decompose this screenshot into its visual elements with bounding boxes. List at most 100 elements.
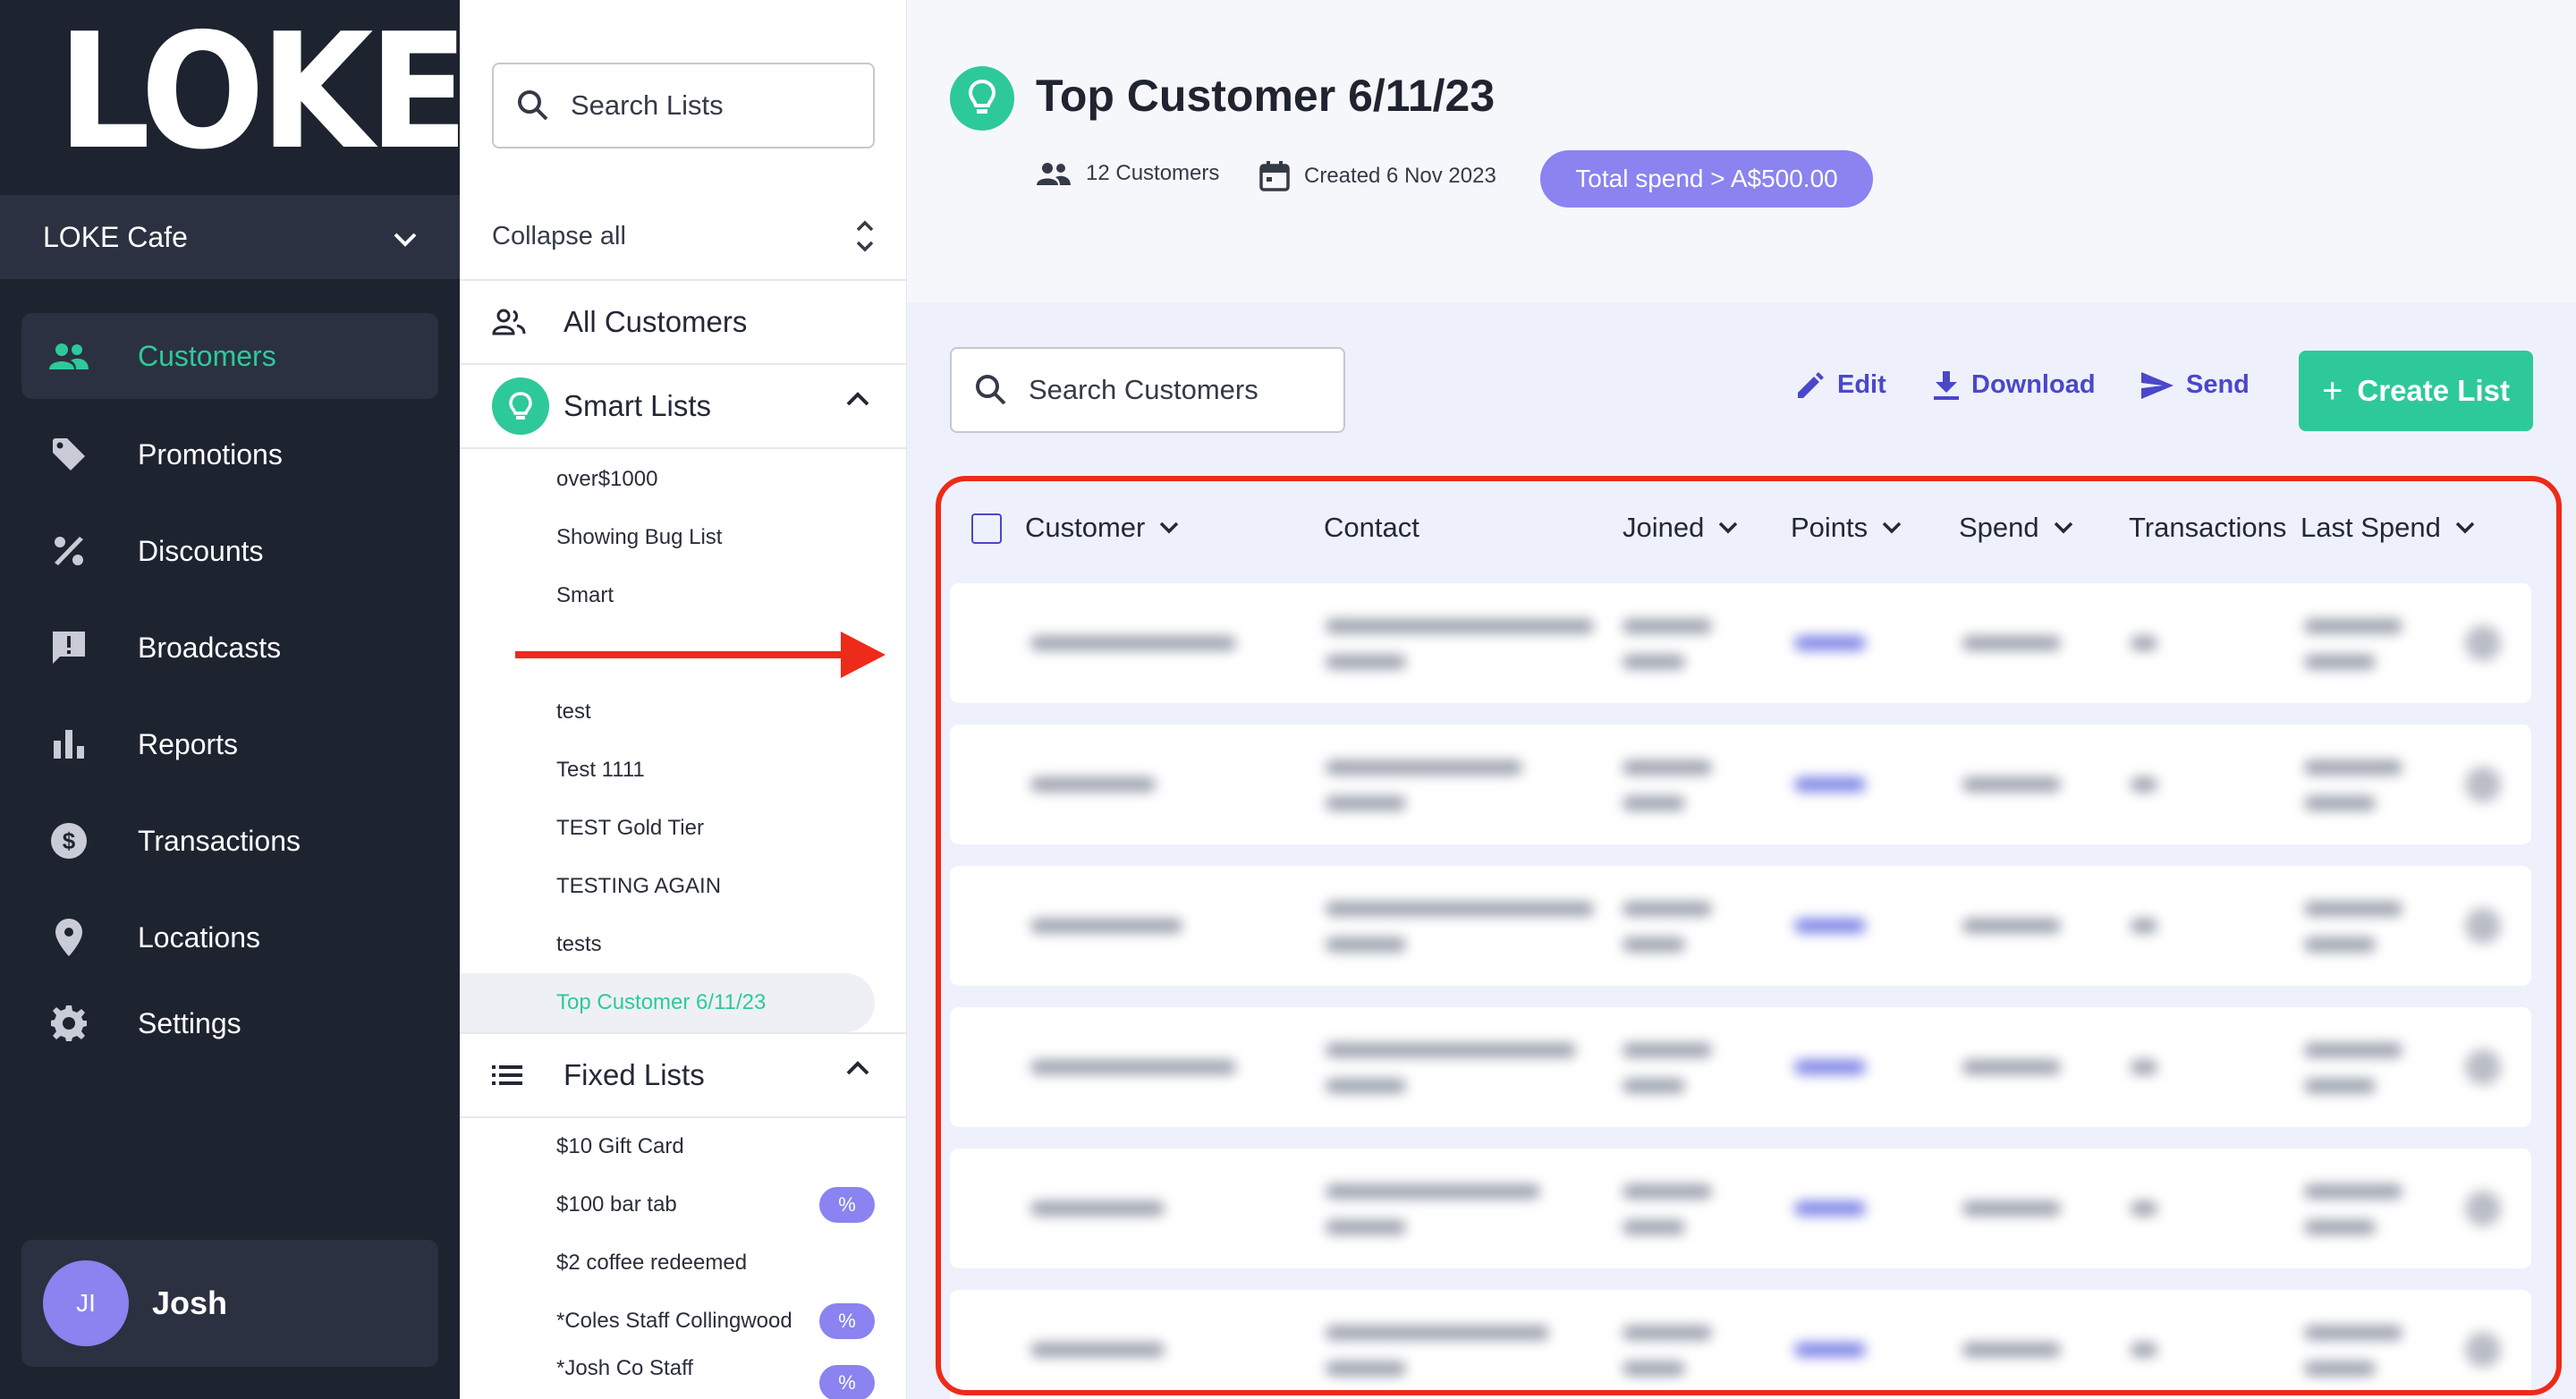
collapse-all-button[interactable]: Collapse all <box>492 208 875 265</box>
nav-item-reports[interactable]: Reports <box>21 701 438 787</box>
smart-list-item[interactable]: tests <box>556 927 602 962</box>
smart-list-item[interactable]: test <box>556 694 591 730</box>
table-row[interactable] <box>950 1149 2531 1268</box>
lightbulb-icon <box>492 376 553 437</box>
table-row[interactable] <box>950 583 2531 703</box>
column-spend[interactable]: Spend <box>1959 512 2073 544</box>
blurred-cell <box>1962 919 2061 933</box>
nav-item-promotions[interactable]: Promotions <box>21 411 438 497</box>
blurred-cell <box>2131 1060 2157 1074</box>
filter-pill[interactable]: Total spend > A$500.00 <box>1540 150 1873 208</box>
blurred-cell <box>1623 760 1712 775</box>
blurred-cell <box>2304 902 2402 916</box>
send-button[interactable]: Send <box>2141 370 2250 400</box>
blurred-cell <box>1794 636 1866 650</box>
row-action-icon[interactable] <box>2465 1332 2501 1368</box>
blurred-cell <box>1326 1079 1406 1093</box>
blurred-cell <box>2304 655 2376 669</box>
blurred-cell <box>1623 655 1685 669</box>
blurred-cell <box>1962 1060 2061 1074</box>
customer-search-placeholder: Search Customers <box>1029 374 1258 405</box>
customer-search-input[interactable]: Search Customers <box>950 347 1345 433</box>
nav-item-broadcasts[interactable]: Broadcasts <box>21 605 438 691</box>
fixed-lists-header[interactable]: Fixed Lists <box>460 1032 906 1116</box>
select-all-checkbox[interactable] <box>971 513 1002 544</box>
blurred-cell <box>1326 1043 1576 1057</box>
row-action-icon[interactable] <box>2465 1049 2501 1085</box>
blurred-cell <box>1794 1201 1866 1216</box>
search-icon <box>518 90 548 121</box>
blurred-cell <box>1326 1326 1549 1340</box>
page-title: Top Customer 6/11/23 <box>1036 71 1496 121</box>
table-row[interactable] <box>950 1290 2531 1399</box>
venue-name: LOKE Cafe <box>43 220 188 253</box>
blurred-cell <box>1962 1201 2061 1216</box>
nav-item-customers[interactable]: Customers <box>21 313 438 399</box>
smart-lists-header[interactable]: Smart Lists <box>460 363 906 447</box>
nav-item-transactions[interactable]: $ Transactions <box>21 798 438 884</box>
list-search-input[interactable]: Search Lists <box>492 63 875 148</box>
smart-list-item-active[interactable]: Top Customer 6/11/23 <box>556 985 766 1021</box>
fixed-list-item[interactable]: *Josh Co Staff <box>556 1351 693 1386</box>
table-row[interactable] <box>950 725 2531 844</box>
discount-badge: % <box>819 1187 875 1223</box>
column-customer[interactable]: Customer <box>1025 512 1179 544</box>
row-action-icon[interactable] <box>2465 767 2501 802</box>
blurred-cell <box>1030 777 1156 792</box>
fixed-list-item[interactable]: *Coles Staff Collingwood <box>556 1303 792 1339</box>
venue-selector[interactable]: LOKE Cafe <box>0 195 460 279</box>
smart-lists-label: Smart Lists <box>564 389 712 422</box>
nav-item-locations[interactable]: Locations <box>21 895 438 980</box>
blurred-cell <box>1326 619 1594 633</box>
blurred-cell <box>1623 1043 1712 1057</box>
blurred-cell <box>1326 902 1594 916</box>
loke-logo: LOKE <box>57 0 469 184</box>
blurred-cell <box>2304 1079 2376 1093</box>
chevron-down-icon <box>394 221 417 254</box>
unfold-icon <box>856 220 874 252</box>
smart-list-item[interactable]: over$1000 <box>556 462 657 497</box>
download-button[interactable]: Download <box>1934 370 2096 400</box>
smart-list-item[interactable]: Test 1111 <box>556 752 645 788</box>
blurred-cell <box>2304 1184 2402 1199</box>
create-list-button[interactable]: + Create List <box>2299 351 2533 431</box>
smart-list-item[interactable]: TEST Gold Tier <box>556 810 704 846</box>
blurred-cell <box>1962 636 2061 650</box>
blurred-cell <box>1030 1060 1236 1074</box>
list-header: Top Customer 6/11/23 12 Customers Create… <box>907 0 2576 302</box>
fixed-list-item[interactable]: $2 coffee redeemed <box>556 1245 747 1281</box>
smart-list-item[interactable]: Smart <box>556 578 614 614</box>
created-date: Created 6 Nov 2023 <box>1259 161 1496 191</box>
column-transactions[interactable]: Transactions <box>2129 512 2286 544</box>
blurred-cell <box>2131 919 2157 933</box>
blurred-cell <box>1326 655 1406 669</box>
lightbulb-icon <box>950 66 1014 131</box>
download-icon <box>1934 370 1959 400</box>
blurred-cell <box>1030 636 1236 650</box>
smart-list-item[interactable]: TESTING AGAIN <box>556 869 721 904</box>
blurred-cell <box>2304 760 2402 775</box>
collapse-all-label: Collapse all <box>492 221 626 250</box>
plus-icon: + <box>2322 370 2343 411</box>
fixed-list-item[interactable]: $100 bar tab <box>556 1187 677 1223</box>
edit-button[interactable]: Edit <box>1796 370 1886 400</box>
row-action-icon[interactable] <box>2465 1191 2501 1226</box>
table-row[interactable] <box>950 1007 2531 1127</box>
column-last-spend[interactable]: Last Spend <box>2301 512 2475 544</box>
nav-item-discounts[interactable]: Discounts <box>21 508 438 594</box>
blurred-cell <box>1326 937 1406 952</box>
row-action-icon[interactable] <box>2465 908 2501 944</box>
smart-list-item[interactable]: Showing Bug List <box>556 520 722 555</box>
blurred-cell <box>1326 1220 1406 1234</box>
user-menu[interactable]: JI Josh <box>21 1240 438 1367</box>
table-row[interactable] <box>950 866 2531 986</box>
nav-item-settings[interactable]: Settings <box>21 980 438 1066</box>
all-customers-row[interactable]: All Customers <box>460 279 906 363</box>
blurred-cell <box>1794 919 1866 933</box>
column-points[interactable]: Points <box>1791 512 1902 544</box>
fixed-list-item[interactable]: $10 Gift Card <box>556 1129 684 1165</box>
message-alert-icon <box>48 627 89 668</box>
nav-label: Transactions <box>138 824 301 857</box>
column-joined[interactable]: Joined <box>1623 512 1738 544</box>
row-action-icon[interactable] <box>2465 625 2501 661</box>
